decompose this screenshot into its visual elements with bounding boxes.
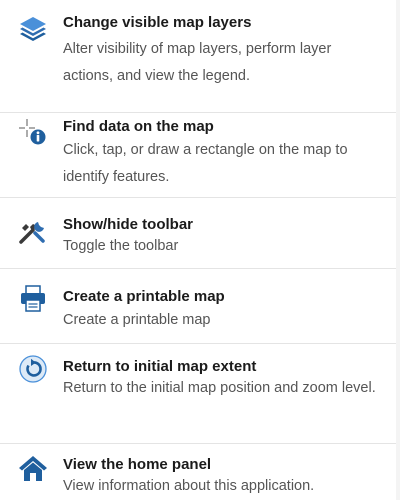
printer-icon (18, 283, 48, 313)
tools-menu-panel: Change visible map layers Alter visibili… (0, 0, 400, 500)
reset-extent-icon (18, 354, 48, 384)
menu-item-home-panel[interactable]: View the home panel View information abo… (0, 444, 396, 500)
layers-icon (18, 14, 48, 44)
menu-item-title: Create a printable map (63, 288, 225, 305)
menu-item-description: Click, tap, or draw a rectangle on the m… (63, 142, 348, 185)
menu-item-description: View information about this application. (63, 478, 315, 494)
scrollbar-track[interactable] (396, 0, 400, 500)
menu-item-toggle-toolbar[interactable]: Show/hide toolbar Toggle the toolbar (0, 198, 396, 268)
menu-item-title: Return to initial map extent (63, 358, 257, 375)
menu-item-title: View the home panel (63, 456, 212, 473)
menu-item-description: Toggle the toolbar (63, 238, 179, 254)
menu-item-title: Find data on the map (63, 118, 214, 135)
menu-item-description: Create a printable map (63, 312, 211, 328)
tools-icon (18, 216, 48, 246)
menu-item-initial-extent[interactable]: Return to initial map extent Return to t… (0, 344, 396, 443)
home-icon (18, 453, 48, 483)
menu-item-print-map[interactable]: Create a printable map Create a printabl… (0, 269, 396, 343)
menu-item-find-data[interactable]: Find data on the map Click, tap, or draw… (0, 113, 396, 197)
menu-item-title: Show/hide toolbar (63, 216, 193, 233)
menu-item-description: Return to the initial map position and z… (63, 380, 376, 396)
menu-item-title: Change visible map layers (63, 14, 252, 31)
identify-info-icon (18, 116, 48, 146)
menu-item-description: Alter visibility of map layers, perform … (63, 41, 332, 84)
menu-item-change-layers[interactable]: Change visible map layers Alter visibili… (0, 0, 396, 112)
